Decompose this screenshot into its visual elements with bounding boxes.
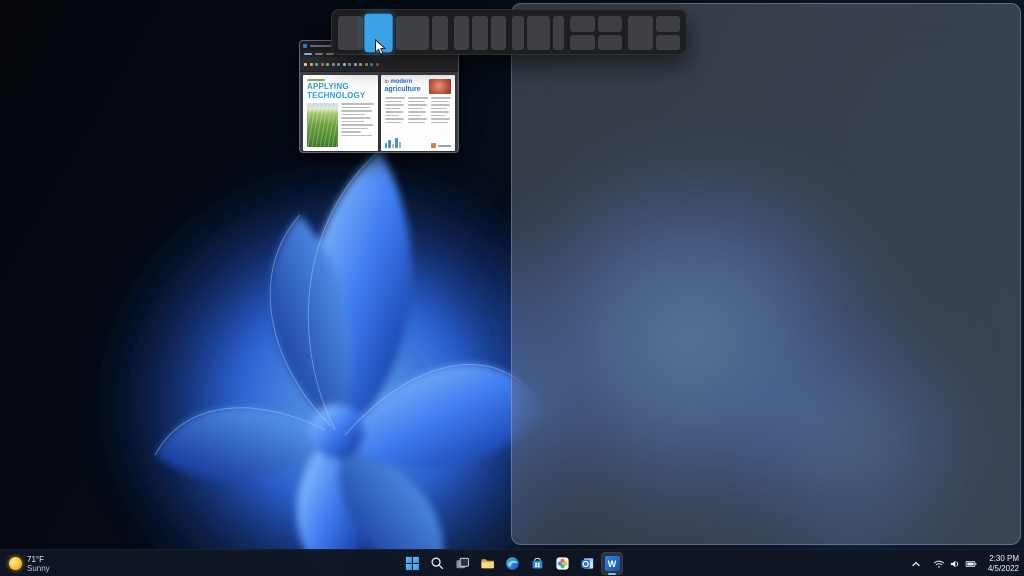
snap-preview-right-half (511, 3, 1021, 545)
word-app-icon (303, 44, 307, 48)
task-view-button[interactable] (451, 552, 473, 575)
snap-zone-right-bottom[interactable] (656, 35, 681, 51)
article-photo (429, 79, 451, 94)
snap-zone-right[interactable] (491, 16, 506, 50)
snap-layout-two-columns (338, 16, 390, 50)
taskbar: 71°F Sunny (0, 549, 1024, 576)
subtitle-placeholder (307, 79, 325, 81)
task-view-icon (455, 556, 470, 571)
word-taskbar-button[interactable]: W (601, 552, 623, 575)
outlook-icon (580, 556, 595, 571)
snap-zone-top-right[interactable] (598, 16, 623, 32)
right-page-headline: to modern agriculture (385, 79, 421, 93)
time-text: 2:30 PM (989, 554, 1019, 564)
snap-layouts-flyout (331, 9, 687, 55)
snap-zone-left[interactable] (338, 16, 363, 50)
snap-zone-center-wide[interactable] (527, 16, 550, 50)
store-button[interactable] (526, 552, 548, 575)
weather-condition: Sunny (27, 564, 50, 573)
crop-field-photo (307, 103, 338, 147)
document-page-right: to modern agriculture (381, 75, 456, 151)
active-app-indicator (608, 573, 616, 576)
snap-zone-right[interactable] (432, 16, 448, 50)
chevron-up-icon (910, 558, 922, 570)
snap-layout-quadrants (570, 16, 622, 50)
word-ribbon-icons[interactable] (300, 57, 458, 72)
date-text: 4/5/2022 (988, 564, 1019, 574)
clock[interactable]: 2:30 PM 4/5/2022 (988, 554, 1019, 573)
magazine-logo (431, 143, 451, 148)
body-text-placeholder (431, 97, 451, 125)
snap-zone-bottom-left[interactable] (570, 35, 595, 51)
file-explorer-icon (480, 556, 495, 571)
photos-button[interactable] (551, 552, 573, 575)
word-icon: W (605, 556, 620, 571)
snap-zone-left-wide[interactable] (396, 16, 429, 50)
weather-widget[interactable]: 71°F Sunny (2, 552, 57, 575)
snap-zone-center[interactable] (472, 16, 487, 50)
volume-icon (949, 558, 961, 570)
snap-zone-right-hovered[interactable] (364, 14, 392, 52)
word-window[interactable]: APPLYING TECHNOLOGY to modern agricultur… (299, 40, 459, 153)
snap-layout-left-half-right-stack (628, 16, 680, 50)
start-icon (405, 556, 420, 571)
wifi-icon (933, 558, 945, 570)
start-button[interactable] (401, 552, 423, 575)
left-page-headline: APPLYING TECHNOLOGY (307, 83, 374, 100)
system-tray: 2:30 PM 4/5/2022 (910, 552, 1019, 575)
snap-zone-left[interactable] (454, 16, 469, 50)
snap-zone-left[interactable] (628, 16, 653, 50)
word-document-area: APPLYING TECHNOLOGY to modern agricultur… (300, 72, 458, 153)
file-explorer-button[interactable] (476, 552, 498, 575)
search-button[interactable] (426, 552, 448, 575)
taskbar-center-icons: W (401, 552, 623, 575)
edge-button[interactable] (501, 552, 523, 575)
edge-icon (505, 556, 520, 571)
snap-zone-right-top[interactable] (656, 16, 681, 32)
snap-layout-three-columns-wide-center (512, 16, 564, 50)
snap-layout-three-columns (454, 16, 506, 50)
snap-zone-right[interactable] (553, 16, 565, 50)
body-text-placeholder (385, 97, 405, 125)
network-volume-battery-button[interactable] (930, 558, 980, 570)
snap-zone-top-left[interactable] (570, 16, 595, 32)
snap-zone-left[interactable] (512, 16, 524, 50)
snap-zone-bottom-right[interactable] (598, 35, 623, 51)
store-icon (530, 556, 545, 571)
photos-icon (555, 556, 570, 571)
tray-overflow-button[interactable] (910, 558, 922, 570)
outlook-button[interactable] (576, 552, 598, 575)
weather-temperature: 71°F (27, 555, 50, 564)
body-text-placeholder (408, 97, 428, 125)
search-icon (430, 556, 445, 571)
sun-icon (9, 557, 22, 570)
battery-icon (965, 558, 977, 570)
mini-bar-chart (385, 136, 402, 148)
body-text-placeholder (341, 103, 374, 147)
desktop: APPLYING TECHNOLOGY to modern agricultur… (0, 0, 1024, 576)
document-page-left: APPLYING TECHNOLOGY (303, 75, 378, 151)
snap-layout-two-columns-wide-left (396, 16, 448, 50)
